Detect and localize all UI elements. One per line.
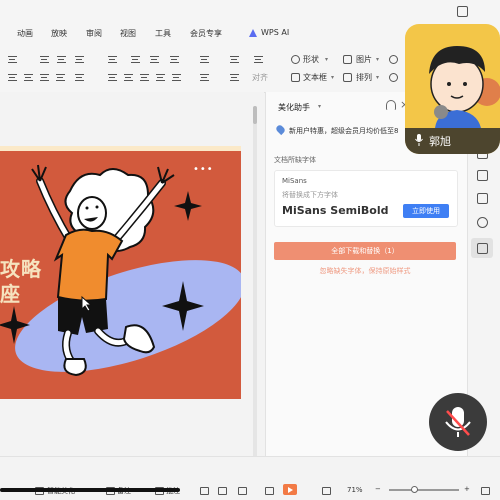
panel-title[interactable]: 美化助手 <box>278 102 310 113</box>
download-replace-all-button[interactable]: 全部下载和替换（1） <box>274 242 456 260</box>
zoom-out-icon[interactable]: − <box>375 485 381 493</box>
vertical-align-icon[interactable] <box>200 74 209 81</box>
clear-format-icon[interactable] <box>75 56 84 63</box>
distribute-icon[interactable] <box>172 74 181 81</box>
ignore-missing-fonts-link[interactable]: 忽略缺失字体，保持原始样式 <box>274 266 456 276</box>
editor-scrollbar[interactable] <box>253 106 257 460</box>
menu-item-view[interactable]: 视图 <box>120 28 136 39</box>
find-icon[interactable] <box>389 73 398 82</box>
window-restore-icon[interactable] <box>457 6 468 17</box>
zoom-slider-handle[interactable] <box>411 486 418 493</box>
video-call-tile[interactable]: 郭旭 <box>405 24 500 154</box>
microphone-muted-icon <box>445 407 471 437</box>
menu-item-member[interactable]: 会员专享 <box>190 28 222 39</box>
menu-item-wps-ai[interactable]: WPS AI <box>261 28 289 37</box>
sidebar-copy-icon[interactable] <box>477 170 488 181</box>
zoom-slider-track[interactable] <box>389 489 459 491</box>
headset-icon[interactable] <box>386 100 396 110</box>
justify-icon[interactable] <box>156 74 165 81</box>
arrange-caret-icon[interactable]: ▾ <box>376 74 379 81</box>
sidebar-history-icon[interactable] <box>477 217 488 228</box>
replace-hint: 将替换成下方字体 <box>282 191 338 199</box>
textbox-button[interactable]: 文本框 <box>303 72 327 83</box>
editor-scrollbar-thumb[interactable] <box>253 106 257 124</box>
participant-avatar <box>429 46 500 128</box>
text-direction-icon[interactable] <box>200 56 209 63</box>
font-color-icon[interactable] <box>75 74 84 81</box>
arrange-icon[interactable] <box>343 73 352 82</box>
menu-item-tools[interactable]: 工具 <box>155 28 171 39</box>
sidebar-beautify-icon[interactable] <box>477 243 488 254</box>
align-left-icon[interactable] <box>108 74 117 81</box>
normal-view-icon[interactable] <box>200 487 209 495</box>
arrange-button[interactable]: 排列 <box>356 72 372 83</box>
smart-art-icon[interactable] <box>254 56 263 63</box>
missing-font-card: MiSans 将替换成下方字体 MiSans SemiBold 立即使用 <box>274 170 458 227</box>
title-bar <box>0 0 500 24</box>
panel-title-caret-icon[interactable]: ▾ <box>318 103 321 110</box>
slide-canvas[interactable]: 攻略 座 <box>0 151 241 399</box>
fit-window-icon[interactable] <box>322 487 331 495</box>
strikethrough-icon[interactable] <box>56 74 65 81</box>
use-now-button[interactable]: 立即使用 <box>403 204 449 218</box>
taskbar-indicator <box>0 488 180 492</box>
align-center-icon[interactable] <box>124 74 133 81</box>
microphone-icon <box>415 134 423 146</box>
zoom-level[interactable]: 71% <box>347 486 363 494</box>
participant-name-bar: 郭旭 <box>405 128 500 154</box>
zoom-in-icon[interactable]: + <box>464 485 470 493</box>
textbox-caret-icon[interactable]: ▾ <box>331 74 334 81</box>
sidebar-image-icon[interactable] <box>477 193 488 204</box>
text-box-align-icon[interactable] <box>230 74 239 81</box>
underline-icon[interactable] <box>40 74 49 81</box>
bold-icon[interactable] <box>8 74 17 81</box>
play-slideshow-button[interactable] <box>283 484 297 495</box>
mute-button[interactable] <box>429 393 487 451</box>
align-dropdown[interactable]: 对齐 <box>252 72 268 83</box>
numbered-list-icon[interactable] <box>108 56 117 63</box>
font-size-up-icon[interactable] <box>40 56 49 63</box>
sorter-view-icon[interactable] <box>218 487 227 495</box>
wps-ai-icon <box>249 29 257 37</box>
participant-name: 郭旭 <box>429 135 451 148</box>
picture-button[interactable]: 图片 <box>356 54 372 65</box>
menu-item-animation[interactable]: 动画 <box>17 28 33 39</box>
font-size-down-icon[interactable] <box>57 56 66 63</box>
outdent-icon[interactable] <box>150 56 159 63</box>
location-pin-icon <box>274 123 287 136</box>
slideshow-view-icon[interactable] <box>265 487 274 495</box>
slide-title-line-2[interactable]: 座 <box>0 278 20 307</box>
status-bar: 智能美化 备注 批注 71% − + <box>0 456 500 500</box>
user-icon[interactable] <box>389 55 398 64</box>
fullscreen-icon[interactable] <box>481 487 490 495</box>
shape-icon[interactable] <box>291 55 300 64</box>
italic-icon[interactable] <box>24 74 33 81</box>
reading-view-icon[interactable] <box>238 487 247 495</box>
menu-item-review[interactable]: 审阅 <box>86 28 102 39</box>
shape-button[interactable]: 形状 <box>303 54 319 65</box>
align-right-icon[interactable] <box>140 74 149 81</box>
slide-more-icon[interactable]: ••• <box>193 164 214 175</box>
textbox-icon[interactable] <box>291 73 300 82</box>
shape-caret-icon[interactable]: ▾ <box>325 56 328 63</box>
promo-banner[interactable]: 新用户特惠，超级会员月均价低至8 <box>289 126 398 136</box>
section-label: 文档所缺字体 <box>274 156 316 164</box>
menu-item-slideshow[interactable]: 放映 <box>51 28 67 39</box>
picture-caret-icon[interactable]: ▾ <box>376 56 379 63</box>
indent-icon[interactable] <box>131 56 140 63</box>
picture-icon[interactable] <box>343 55 352 64</box>
bullet-list-icon[interactable] <box>8 56 17 63</box>
missing-font-name: MiSans <box>282 177 307 185</box>
line-spacing-icon[interactable] <box>170 56 179 63</box>
replacement-font-sample: MiSans SemiBold <box>282 204 389 217</box>
columns-icon[interactable] <box>230 56 239 63</box>
